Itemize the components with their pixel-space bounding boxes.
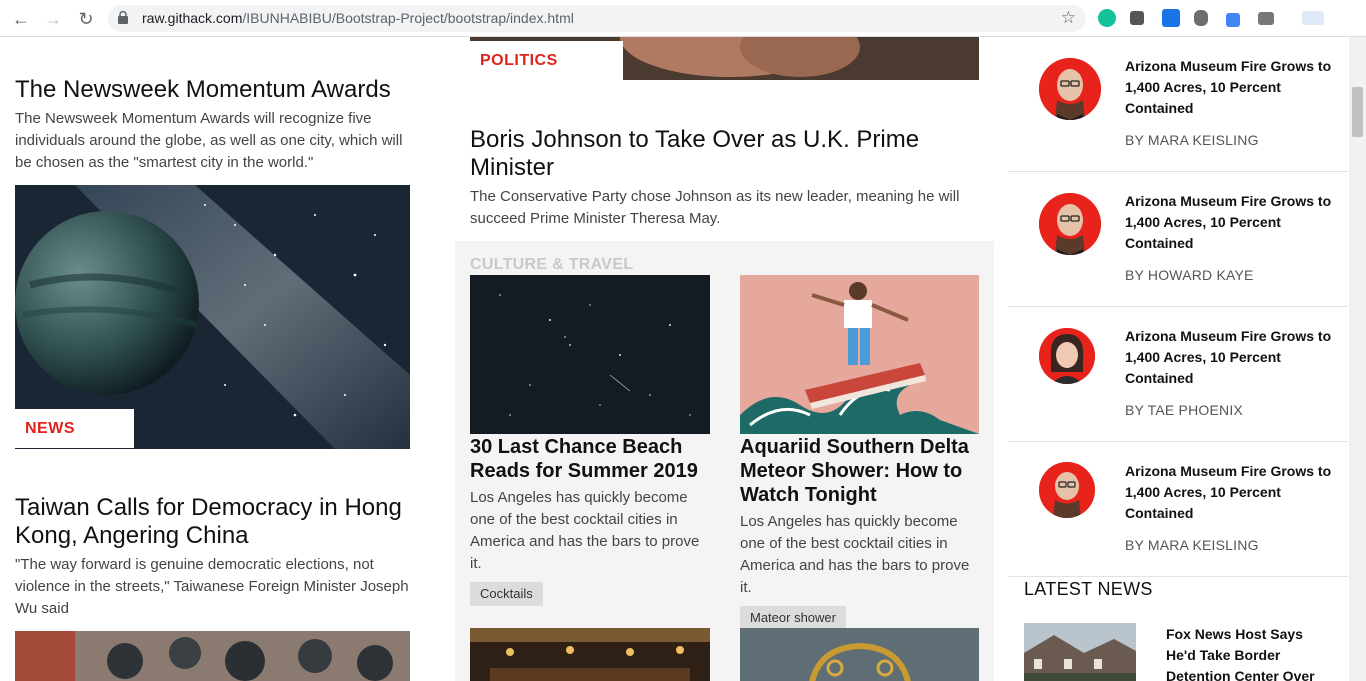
latest-news-image[interactable]	[1024, 623, 1136, 681]
author-list-item[interactable]: Arizona Museum Fire Grows to 1,400 Acres…	[1008, 172, 1348, 307]
star-field	[470, 275, 710, 434]
jewelry-photo	[740, 628, 979, 681]
scrollbar-thumb[interactable]	[1352, 87, 1363, 137]
card-text: Los Angeles has quickly become one of th…	[740, 513, 970, 596]
address-bar[interactable]: raw.githack.com/IBUNHABIBU/Bootstrap-Pro…	[108, 5, 1086, 32]
surfer-illustration-image[interactable]	[740, 275, 979, 434]
item-title[interactable]: Arizona Museum Fire Grows to 1,400 Acres…	[1125, 56, 1335, 119]
url-text: raw.githack.com/IBUNHABIBU/Bootstrap-Pro…	[142, 10, 574, 26]
middle-column: POLITICS Boris Johnson to Take Over as U…	[455, 37, 994, 681]
story-summary: The Newsweek Momentum Awards will recogn…	[15, 110, 403, 171]
protest-image[interactable]	[15, 631, 410, 681]
left-column: The Newsweek Momentum Awards The Newswee…	[15, 37, 410, 681]
tag-chip[interactable]: Cocktails	[470, 582, 543, 606]
card-title[interactable]: 30 Last Chance Beach Reads for Summer 20…	[470, 435, 710, 483]
browser-toolbar: ← → ↻ raw.githack.com/IBUNHABIBU/Bootstr…	[0, 0, 1366, 37]
eyedropper-icon[interactable]	[1130, 11, 1144, 25]
reload-icon[interactable]: ↻	[75, 8, 97, 30]
page-scrollbar[interactable]	[1349, 37, 1366, 681]
latest-news-heading: LATEST NEWS	[1024, 579, 1153, 599]
author-avatar	[1039, 58, 1101, 120]
author-portrait	[1039, 58, 1101, 120]
building-photo	[1024, 623, 1136, 681]
author-portrait	[1039, 193, 1101, 255]
story-title[interactable]: The Newsweek Momentum Awards	[15, 76, 410, 104]
lock-icon	[118, 11, 128, 24]
card-title[interactable]: Aquariid Southern Delta Meteor Shower: H…	[740, 435, 980, 507]
author-avatar	[1039, 462, 1095, 518]
author-list-item[interactable]: Arizona Museum Fire Grows to 1,400 Acres…	[1008, 37, 1348, 172]
tag-chip[interactable]: Mateor shower	[740, 606, 846, 630]
category-tag-news[interactable]: NEWS	[15, 409, 134, 448]
item-title[interactable]: Arizona Museum Fire Grows to 1,400 Acres…	[1125, 461, 1335, 524]
item-byline: BY MARA KEISLING	[1125, 537, 1259, 553]
gold-jewelry-image[interactable]	[740, 628, 979, 681]
bug-icon[interactable]	[1194, 10, 1208, 26]
extension-blue-icon[interactable]	[1162, 9, 1180, 27]
item-byline: BY MARA KEISLING	[1125, 132, 1259, 148]
author-list-item[interactable]: Arizona Museum Fire Grows to 1,400 Acres…	[1008, 442, 1348, 577]
item-byline: BY HOWARD KAYE	[1125, 267, 1254, 283]
back-arrow-icon[interactable]: ←	[10, 8, 32, 30]
bar-photo	[470, 628, 710, 681]
item-byline: BY TAE PHOENIX	[1125, 402, 1243, 418]
author-portrait	[1039, 462, 1095, 518]
surfer-on-book-illustration	[740, 275, 979, 434]
story-title[interactable]: Boris Johnson to Take Over as U.K. Prime…	[470, 126, 979, 182]
story-summary: The Conservative Party chose Johnson as …	[470, 188, 960, 227]
protest-photo	[15, 631, 410, 681]
author-avatar	[1039, 193, 1101, 255]
night-sky-image[interactable]	[470, 275, 710, 434]
category-tag-politics[interactable]: POLITICS	[470, 41, 623, 80]
author-list-item[interactable]: Arizona Museum Fire Grows to 1,400 Acres…	[1008, 307, 1348, 442]
culture-travel-section: CULTURE & TRAVEL 30 Last Chance Beach Re…	[455, 241, 994, 681]
color-picker-icon[interactable]	[1226, 13, 1240, 27]
story-title[interactable]: Taiwan Calls for Democracy in Hong Kong,…	[15, 494, 410, 550]
profile-extension-icon[interactable]	[1302, 11, 1324, 25]
bar-interior-image[interactable]	[470, 628, 710, 681]
card-text: Los Angeles has quickly become one of th…	[470, 489, 700, 572]
story-summary: "The way forward is genuine democratic e…	[15, 556, 409, 617]
item-title[interactable]: Arizona Museum Fire Grows to 1,400 Acres…	[1125, 326, 1335, 389]
section-title: CULTURE & TRAVEL	[470, 256, 634, 273]
author-portrait	[1039, 328, 1095, 384]
camera-icon[interactable]	[1258, 12, 1274, 25]
forward-arrow-icon[interactable]: →	[42, 8, 64, 30]
grammarly-icon[interactable]	[1098, 9, 1116, 27]
right-column: Arizona Museum Fire Grows to 1,400 Acres…	[1008, 37, 1348, 681]
author-avatar	[1039, 328, 1095, 384]
bookmark-star-icon[interactable]: ☆	[1061, 8, 1076, 28]
item-title[interactable]: Arizona Museum Fire Grows to 1,400 Acres…	[1125, 191, 1335, 254]
latest-news-title[interactable]: Fox News Host Says He'd Take Border Dete…	[1166, 624, 1336, 681]
